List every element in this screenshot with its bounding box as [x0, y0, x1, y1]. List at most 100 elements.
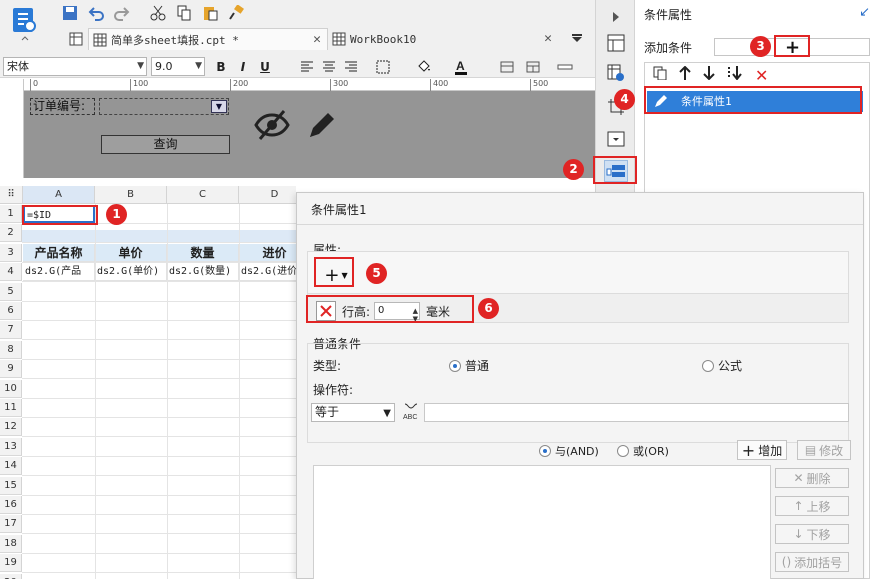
delete-icon[interactable]: ✕	[755, 66, 768, 85]
logic-or-option[interactable]: 或(OR)	[617, 443, 669, 459]
row-header[interactable]: 17	[0, 515, 22, 534]
row-header[interactable]: 12	[0, 418, 22, 437]
move-down-button[interactable]: ↓ 下移	[775, 524, 849, 544]
row-header[interactable]: 19	[0, 554, 22, 573]
logic-and-option[interactable]: 与(AND)	[539, 443, 599, 459]
copy-icon[interactable]	[174, 4, 194, 22]
save-icon[interactable]	[60, 4, 80, 22]
hyperlink-icon[interactable]	[604, 128, 628, 150]
pencil-icon[interactable]	[306, 109, 338, 141]
row-header[interactable]: 14	[0, 457, 22, 476]
data-cell-price[interactable]: ds2.G(单价)	[95, 263, 167, 281]
row-header[interactable]: 1	[0, 205, 22, 223]
add-bracket-button[interactable]: () 添加括号	[775, 552, 849, 572]
font-family-select[interactable]: 宋体 ▼	[3, 57, 147, 76]
condition-value-input[interactable]	[424, 403, 849, 422]
annotation-badge-6: 6	[478, 298, 499, 319]
paste-icon[interactable]	[200, 4, 220, 22]
undo-icon[interactable]	[86, 4, 106, 22]
header-cell-price[interactable]: 单价	[95, 244, 167, 262]
value-type-icon[interactable]: ABC	[401, 402, 421, 422]
row-header[interactable]: 11	[0, 399, 22, 417]
header-cell-cost[interactable]: 进价	[239, 244, 296, 262]
tab-menu-icon[interactable]	[567, 30, 587, 48]
fill-color-icon[interactable]	[414, 58, 432, 76]
collapse-arrow-icon[interactable]	[604, 6, 628, 28]
move-down-icon[interactable]	[703, 66, 715, 84]
condition-expression-list[interactable]	[313, 465, 771, 579]
grid-row-line	[22, 242, 296, 244]
align-center-icon[interactable]	[320, 58, 338, 76]
column-header-d[interactable]: D	[239, 186, 296, 204]
border-icon[interactable]	[374, 58, 392, 76]
data-cell-cost[interactable]: ds2.G(进价	[239, 263, 296, 281]
grid-row-line	[22, 320, 296, 321]
select-all-corner[interactable]: ⠿	[0, 186, 23, 204]
merge-icon[interactable]	[498, 58, 516, 76]
spreadsheet-grid[interactable]: ⠿ A B C D 123456789101112131415161718192…	[0, 186, 296, 579]
cut-icon[interactable]	[148, 4, 168, 22]
header-cell-qty[interactable]: 数量	[167, 244, 239, 262]
move-up-icon[interactable]	[679, 65, 691, 84]
delete-button[interactable]: ✕ 删除	[775, 468, 849, 488]
eye-slash-icon[interactable]	[254, 109, 290, 141]
row-header[interactable]: 2	[0, 224, 22, 243]
parameter-pane[interactable]: 订单编号: ▼ 查询	[24, 91, 595, 178]
column-header-b[interactable]: B	[95, 186, 167, 204]
align-right-icon[interactable]	[342, 58, 360, 76]
underline-button[interactable]: U	[256, 58, 274, 76]
row-header[interactable]: 4	[0, 263, 22, 282]
align-left-icon[interactable]	[298, 58, 316, 76]
format-painter-icon[interactable]	[226, 4, 246, 22]
tab-workbook[interactable]: WorkBook10 ✕	[328, 28, 558, 50]
radio-icon	[617, 445, 629, 457]
new-sheet-icon[interactable]	[66, 30, 86, 48]
font-size-value: 9.0	[155, 60, 173, 73]
annotation-badge-5: 5	[366, 263, 387, 284]
copy-icon[interactable]	[653, 66, 667, 84]
close-icon[interactable]: ✕	[313, 32, 321, 47]
modify-button[interactable]: ▤ 修改	[797, 440, 851, 460]
move-up-button[interactable]: ↑ 上移	[775, 496, 849, 516]
order-id-label[interactable]: 订单编号:	[30, 98, 95, 115]
operator-select[interactable]: 等于 ▼	[311, 403, 395, 422]
header-cell-product[interactable]: 产品名称	[23, 244, 95, 262]
tab-cpt-file[interactable]: 简单多sheet填报.cpt * ✕	[88, 28, 328, 50]
type-formula-option[interactable]: 公式	[702, 357, 742, 374]
pin-icon[interactable]: ↙	[859, 5, 870, 20]
redo-icon[interactable]	[112, 4, 132, 22]
data-cell-qty[interactable]: ds2.G(数量)	[167, 263, 239, 281]
row-header[interactable]: 15	[0, 476, 22, 495]
query-button[interactable]: 查询	[101, 135, 230, 154]
row-header[interactable]: 8	[0, 340, 22, 359]
row-header[interactable]: 7	[0, 321, 22, 340]
wrap-icon[interactable]	[556, 58, 574, 76]
font-size-select[interactable]: 9.0 ▼	[151, 57, 205, 76]
row-header[interactable]: 10	[0, 379, 22, 398]
font-color-icon[interactable]: A	[452, 58, 470, 76]
row-header[interactable]: 9	[0, 360, 22, 379]
bold-button[interactable]: B	[212, 58, 230, 76]
close-icon[interactable]: ✕	[544, 31, 552, 46]
app-logo-icon[interactable]	[10, 6, 40, 42]
cell-attribute-icon[interactable]	[604, 62, 628, 84]
data-cell-product[interactable]: ds2.G(产品	[23, 263, 95, 281]
move-to-bottom-icon[interactable]	[727, 66, 743, 84]
italic-button[interactable]: I	[234, 58, 252, 76]
row-header[interactable]: 16	[0, 496, 22, 514]
order-id-combo[interactable]: ▼	[99, 98, 229, 115]
column-header-a[interactable]: A	[23, 186, 95, 204]
annotation-box-4	[644, 86, 862, 114]
row-header[interactable]: 18	[0, 534, 22, 553]
row-header[interactable]: 13	[0, 437, 22, 456]
cell-element-icon[interactable]	[604, 32, 628, 54]
column-header-c[interactable]: C	[167, 186, 239, 204]
type-normal-option[interactable]: 普通	[449, 357, 489, 374]
row-header[interactable]: 6	[0, 302, 22, 320]
unmerge-icon[interactable]	[524, 58, 542, 76]
modify-label: 修改	[819, 443, 844, 458]
add-condition-row-button[interactable]: + 增加	[737, 440, 787, 460]
row-header[interactable]: 5	[0, 282, 22, 301]
row-header[interactable]: 20	[0, 573, 22, 579]
row-header[interactable]: 3	[0, 243, 22, 262]
